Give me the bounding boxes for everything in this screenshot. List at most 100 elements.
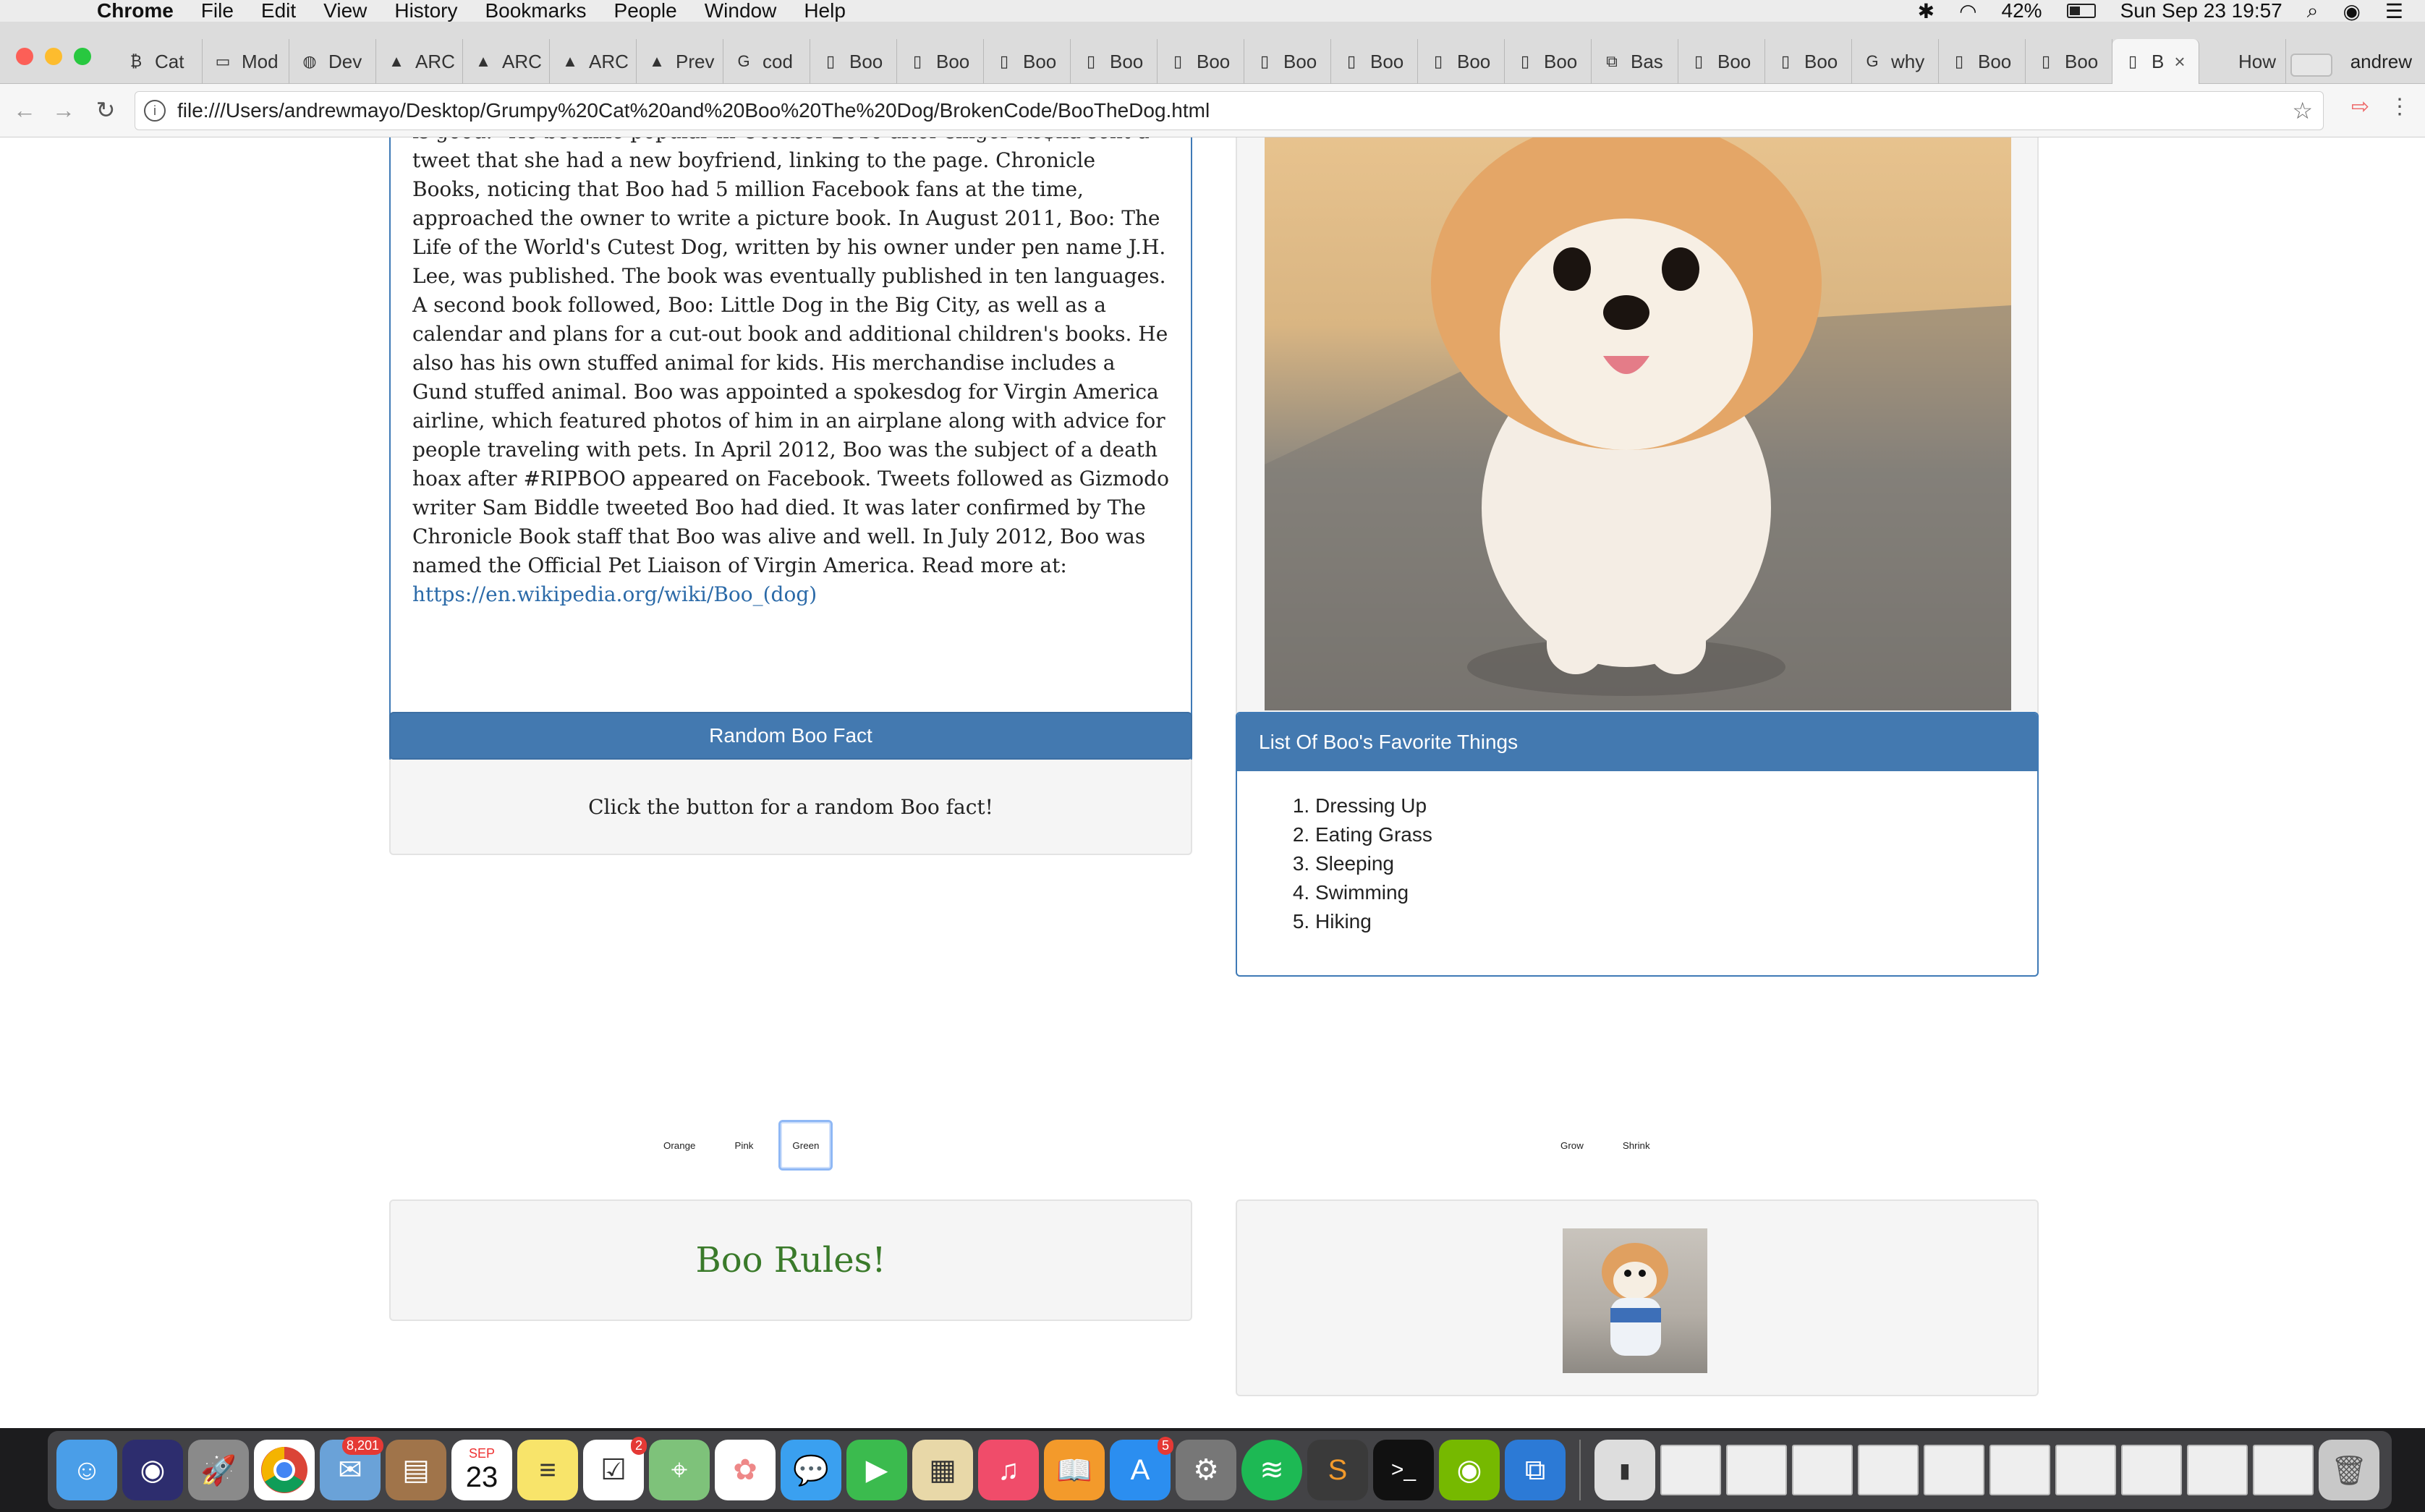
menu-help[interactable]: Help	[804, 0, 846, 22]
menu-file[interactable]: File	[201, 0, 234, 22]
notes-icon[interactable]: ≡	[517, 1440, 578, 1500]
window-zoom-button[interactable]	[74, 48, 91, 65]
zip-file-icon[interactable]: ▮	[1594, 1440, 1655, 1500]
menu-bookmarks[interactable]: Bookmarks	[485, 0, 586, 22]
address-url[interactable]: file:///Users/andrewmayo/Desktop/Grumpy%…	[177, 99, 1210, 122]
window-thumbnail[interactable]	[2187, 1445, 2248, 1495]
wikipedia-link[interactable]: https://en.wikipedia.org/wiki/Boo_(dog)	[412, 582, 817, 606]
menu-app-name[interactable]: Chrome	[97, 0, 174, 22]
window-thumbnail[interactable]	[1660, 1445, 1721, 1495]
spotlight-search-icon[interactable]: ⌕	[2307, 0, 2319, 23]
bookmark-star-icon[interactable]: ☆	[2292, 97, 2313, 124]
menu-history[interactable]: History	[394, 0, 457, 22]
browser-tab[interactable]: ▯ Boo	[984, 39, 1071, 84]
random-fact-button[interactable]: Random Boo Fact	[389, 712, 1192, 760]
browser-tab[interactable]: ▯ Boo	[897, 39, 984, 84]
browser-tab[interactable]: ▯ Boo	[1418, 39, 1505, 84]
chrome-dock-icon[interactable]	[254, 1440, 315, 1500]
chrome-menu-icon[interactable]: ⋮	[2389, 94, 2411, 119]
new-tab-button[interactable]	[2290, 54, 2332, 77]
menu-edit[interactable]: Edit	[261, 0, 296, 22]
browser-tab[interactable]: How	[2199, 39, 2286, 84]
window-thumbnail[interactable]	[1726, 1445, 1787, 1495]
finder-icon[interactable]: ☺	[56, 1440, 117, 1500]
orange-button[interactable]: Orange	[650, 1120, 709, 1171]
photos-icon[interactable]: ✿	[715, 1440, 776, 1500]
browser-tab[interactable]: ▯ Boo	[1244, 39, 1331, 84]
browser-tab[interactable]: ▯ Boo	[810, 39, 897, 84]
browser-tab[interactable]: ▯ Boo	[1505, 39, 1592, 84]
sublime-text-icon[interactable]: S	[1307, 1440, 1368, 1500]
grow-button[interactable]: Grow	[1547, 1120, 1597, 1171]
browser-tab[interactable]: ▭ Mod	[203, 39, 289, 84]
mail-icon[interactable]: ✉ 8,201	[320, 1437, 383, 1500]
clock[interactable]: Sun Sep 23 19:57	[2120, 0, 2282, 22]
spotify-icon[interactable]: ≋	[1241, 1440, 1302, 1500]
browser-tab[interactable]: ▯ Boo	[1331, 39, 1418, 84]
notification-center-icon[interactable]: ☰	[2385, 0, 2403, 23]
browser-tab[interactable]: ▲ ARC	[376, 39, 463, 84]
browser-tab[interactable]: ▯ Boo	[1678, 39, 1765, 84]
ibooks-icon[interactable]: 📖	[1044, 1440, 1105, 1500]
forward-arrow-icon[interactable]: →	[48, 94, 80, 126]
browser-tab[interactable]: Gwhy	[1852, 39, 1939, 84]
window-thumbnail[interactable]	[1858, 1445, 1919, 1495]
window-thumbnail[interactable]	[2121, 1445, 2182, 1495]
nvidia-icon[interactable]: ◉	[1439, 1440, 1500, 1500]
browser-tab[interactable]: ▲ Prev	[637, 39, 723, 84]
green-button[interactable]: Green	[778, 1120, 833, 1171]
window-thumbnail[interactable]	[2253, 1445, 2314, 1495]
wifi-icon[interactable]: ◠	[1959, 0, 1976, 23]
reminders-icon[interactable]: ☑ 2	[583, 1437, 647, 1500]
browser-tab[interactable]: ▯ Boo	[1071, 39, 1158, 84]
calendar-icon[interactable]: SEP 23	[451, 1440, 512, 1500]
menu-view[interactable]: View	[323, 0, 367, 22]
extension-icon[interactable]: ⇨	[2351, 94, 2369, 119]
battery-percent[interactable]: 42%	[2002, 0, 2042, 22]
browser-tab[interactable]: ▲ ARC	[550, 39, 637, 84]
browser-tab[interactable]: ▯ Boo	[2026, 39, 2112, 84]
siri-icon[interactable]: ◉	[2343, 0, 2360, 23]
terminal-icon[interactable]: >_	[1373, 1440, 1434, 1500]
siri-dock-icon[interactable]: ◉	[122, 1440, 183, 1500]
messages-icon[interactable]: 💬	[781, 1440, 841, 1500]
menu-people[interactable]: People	[614, 0, 677, 22]
menu-window[interactable]: Window	[705, 0, 777, 22]
shrink-button[interactable]: Shrink	[1609, 1120, 1664, 1171]
browser-tab[interactable]: ◍ Dev	[289, 39, 376, 84]
profile-name[interactable]: andrew	[2350, 51, 2412, 73]
tab-active[interactable]: ▯ B ×	[2112, 39, 2199, 84]
window-minimize-button[interactable]	[45, 48, 62, 65]
pink-button[interactable]: Pink	[721, 1120, 767, 1171]
vscode-dock-icon[interactable]: ⧉	[1505, 1440, 1566, 1500]
browser-tab[interactable]: Gcod	[723, 39, 810, 84]
browser-tab[interactable]: ▲ ARC	[463, 39, 550, 84]
preview-icon[interactable]: ▦	[912, 1440, 973, 1500]
window-thumbnail[interactable]	[1989, 1445, 2050, 1495]
browser-tab[interactable]: ₿ Cat	[116, 39, 203, 84]
system-preferences-icon[interactable]: ⚙	[1176, 1440, 1236, 1500]
window-thumbnail[interactable]	[2055, 1445, 2116, 1495]
window-thumbnail[interactable]	[1924, 1445, 1984, 1495]
tab-close-icon[interactable]: ×	[2174, 51, 2185, 73]
trash-icon[interactable]: 🗑	[2319, 1440, 2379, 1500]
itunes-icon[interactable]: ♫	[978, 1440, 1039, 1500]
window-thumbnail[interactable]	[1792, 1445, 1853, 1495]
reload-icon[interactable]: ↻	[90, 94, 122, 126]
info-icon[interactable]: i	[144, 100, 166, 122]
address-bar[interactable]: i file:///Users/andrewmayo/Desktop/Grump…	[135, 91, 2324, 130]
back-arrow-icon[interactable]: ←	[9, 94, 41, 126]
launchpad-icon[interactable]: 🚀	[188, 1440, 249, 1500]
browser-tab[interactable]: ⧉ Bas	[1592, 39, 1678, 84]
app-store-icon[interactable]: A5	[1110, 1437, 1173, 1500]
browser-tab[interactable]: ▯ Boo	[1765, 39, 1852, 84]
facetime-icon[interactable]: ▶	[846, 1440, 907, 1500]
window-close-button[interactable]	[16, 48, 33, 65]
battery-icon[interactable]	[2066, 4, 2096, 18]
browser-tab[interactable]: ▯ Boo	[1939, 39, 2026, 84]
maps-icon[interactable]: ⌖	[649, 1440, 710, 1500]
browser-tab[interactable]: ▯ Boo	[1158, 39, 1244, 84]
contacts-icon[interactable]: ▤	[386, 1440, 446, 1500]
bluetooth-icon[interactable]: ✱	[1918, 0, 1935, 23]
browser-toolbar: ← → ↻ i file:///Users/andrewmayo/Desktop…	[0, 84, 2425, 137]
